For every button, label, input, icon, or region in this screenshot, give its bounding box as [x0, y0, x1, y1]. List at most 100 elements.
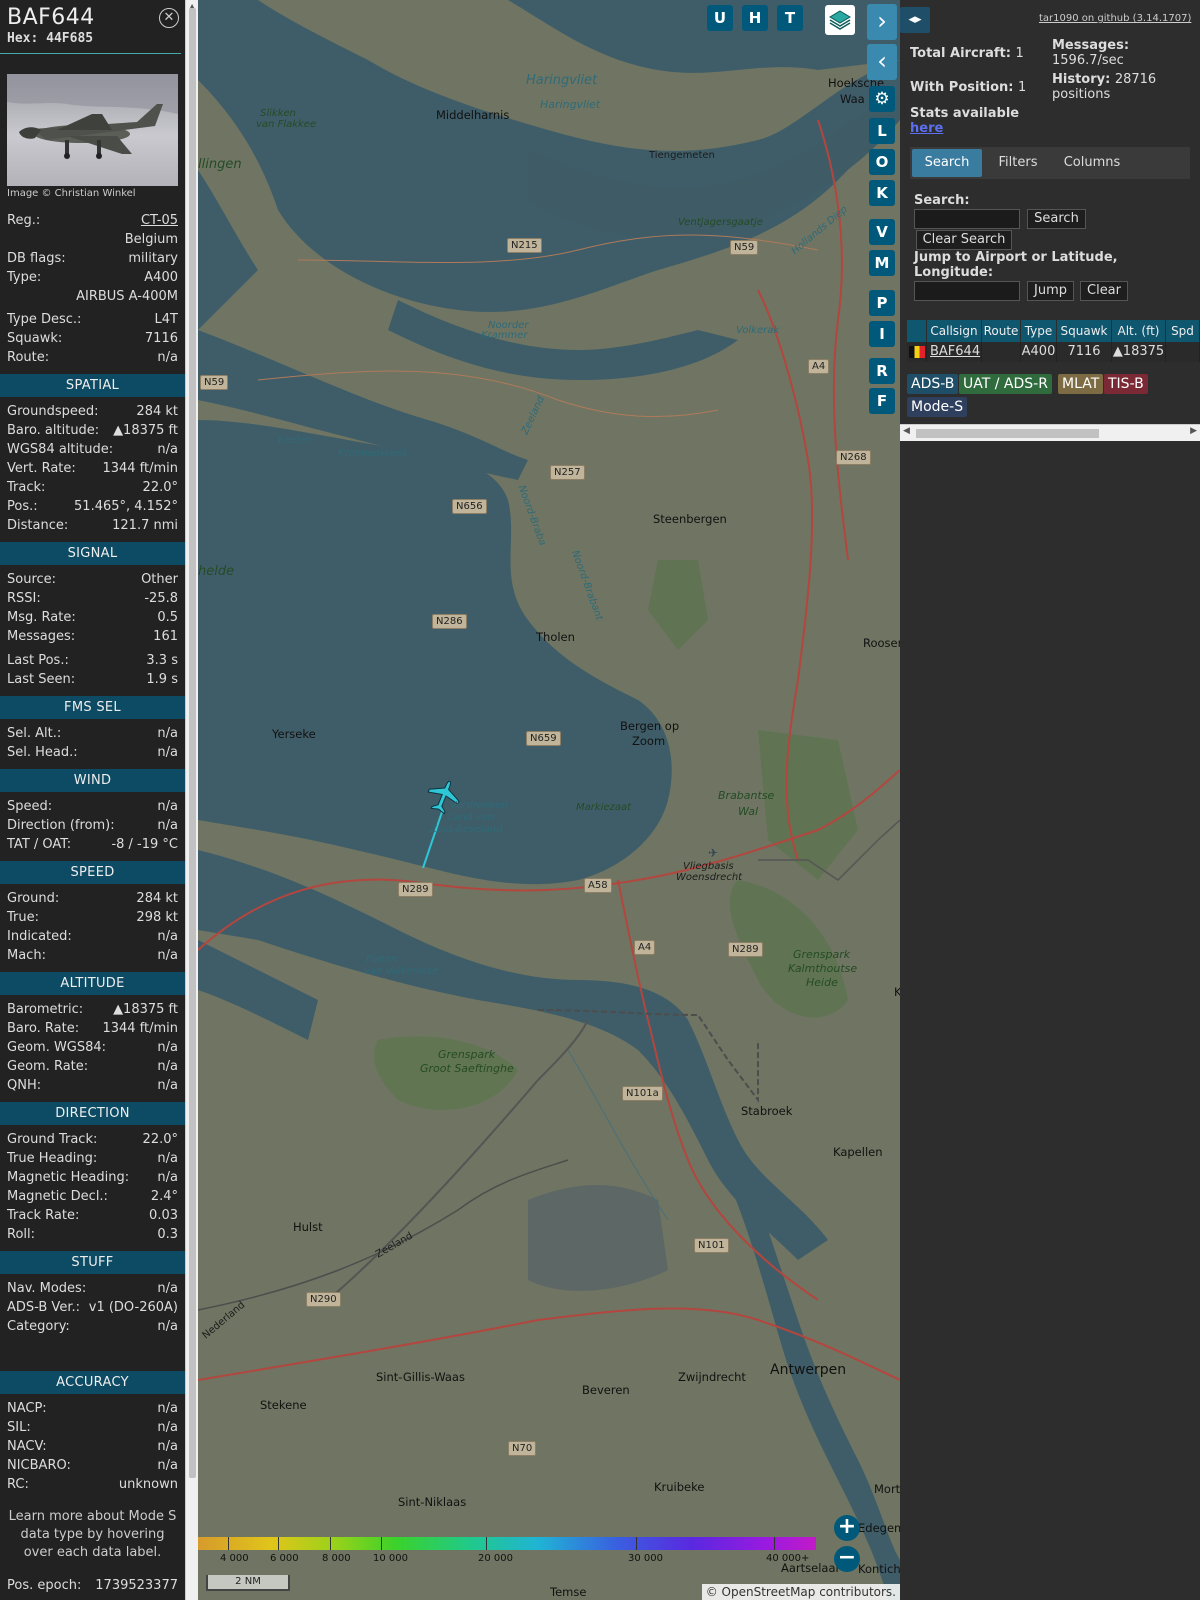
info-value: n/a	[157, 745, 178, 760]
info-key: Type:	[7, 270, 42, 285]
altitude-tick-label: 10 000	[373, 1553, 408, 1564]
road-shield: N101	[694, 1238, 729, 1253]
info-row-baro-rate: Baro. Rate: 1344 ft/min	[0, 1019, 185, 1038]
info-row-sel-alt: Sel. Alt.: n/a	[0, 724, 185, 743]
section-speed[interactable]: SPEED	[0, 861, 185, 884]
place-label: Sint-Gillis-Waas	[376, 1370, 465, 1384]
map-toggle-i-button[interactable]: I	[869, 321, 895, 347]
map-view[interactable]: ✈ Haringvliet Haringvliet Hoeksche Waa M…	[198, 0, 900, 1600]
jump-button[interactable]: Jump	[1027, 281, 1074, 301]
tab-filters[interactable]: Filters	[988, 149, 1048, 177]
zoom-in-button[interactable]: +	[834, 1515, 860, 1541]
info-value: ▲18375 ft	[113, 423, 178, 438]
info-key: Track:	[7, 480, 46, 495]
section-direction[interactable]: DIRECTION	[0, 1102, 185, 1125]
table-row[interactable]: BAF644 A400 7116 ▲18375	[907, 342, 1200, 362]
map-attribution[interactable]: © OpenStreetMap contributors.	[701, 1584, 900, 1600]
map-toggle-r-button[interactable]: R	[869, 358, 895, 384]
chevron-right-icon[interactable]: ›	[867, 4, 897, 40]
info-row-msg-rate: Msg. Rate: 0.5	[0, 608, 185, 627]
info-value: n/a	[157, 1170, 178, 1185]
info-row-distance: Distance: 121.7 nmi	[0, 516, 185, 535]
column-header-alt-ft[interactable]: Alt. (ft)	[1112, 320, 1166, 342]
zoom-out-button[interactable]: −	[834, 1546, 860, 1572]
map-toggle-v-button[interactable]: V	[869, 219, 895, 245]
place-label: Land van	[448, 812, 494, 823]
place-label: Brabantse	[718, 789, 775, 802]
jump-input[interactable]	[914, 281, 1020, 301]
map-toggle-u-button[interactable]: U	[707, 5, 733, 31]
section-signal[interactable]: SIGNAL	[0, 542, 185, 565]
column-header-type[interactable]: Type	[1021, 320, 1057, 342]
road-shield: N659	[526, 731, 561, 746]
column-header-squawk[interactable]: Squawk	[1057, 320, 1112, 342]
cell-callsign[interactable]: BAF644	[927, 342, 982, 362]
place-label: Ventjagersgaatje	[678, 217, 763, 228]
info-panel-scrollbar[interactable]: ▲	[185, 0, 198, 1600]
github-link[interactable]: tar1090 on github (3.14.1707)	[1039, 13, 1191, 24]
section-accuracy[interactable]: ACCURACY	[0, 1371, 185, 1394]
column-header-spd[interactable]: Spd	[1166, 320, 1200, 342]
search-button[interactable]: Search	[1027, 209, 1086, 229]
place-label: Kapellen	[833, 1145, 883, 1159]
stats-link[interactable]: here	[910, 121, 943, 136]
section-fms[interactable]: FMS SEL	[0, 696, 185, 719]
altitude-tick-label: 4 000	[220, 1553, 249, 1564]
info-value: 121.7 nmi	[112, 518, 178, 533]
info-value: n/a	[157, 1401, 178, 1416]
column-header-callsign[interactable]: Callsign	[927, 320, 982, 342]
info-row-mach: Mach: n/a	[0, 946, 185, 965]
table-horizontal-scrollbar[interactable]: ◀ ▶	[900, 424, 1200, 441]
expand-collapse-icon[interactable]: ◂▸	[900, 7, 930, 33]
layers-icon[interactable]	[825, 5, 855, 35]
info-key: Vert. Rate:	[7, 461, 76, 476]
info-row-geom-rate: Geom. Rate: n/a	[0, 1057, 185, 1076]
column-header-route[interactable]: Route	[982, 320, 1021, 342]
close-icon[interactable]: ✕	[159, 8, 179, 28]
info-row-magnetic-decl: Magnetic Decl.: 2.4°	[0, 1187, 185, 1206]
info-key: Direction (from):	[7, 818, 115, 833]
info-key: TAT / OAT:	[7, 837, 72, 852]
clear-search-button[interactable]: Clear Search	[916, 230, 1012, 250]
source-badge-mlat: MLAT	[1058, 374, 1104, 394]
section-wind[interactable]: WIND	[0, 769, 185, 792]
search-input[interactable]	[914, 209, 1020, 229]
info-value: military	[128, 251, 178, 266]
info-key: Category:	[7, 1319, 70, 1334]
map-toggle-m-button[interactable]: M	[869, 250, 895, 276]
section-stuff[interactable]: STUFF	[0, 1251, 185, 1274]
tab-search[interactable]: Search	[912, 149, 982, 177]
info-row-nicbaro: NICBARO: n/a	[0, 1456, 185, 1475]
column-header-flag[interactable]	[907, 320, 927, 342]
chevron-left-icon[interactable]: ‹	[867, 44, 897, 80]
place-label: Haringvliet	[526, 73, 598, 88]
section-altitude[interactable]: ALTITUDE	[0, 972, 185, 995]
registration-link[interactable]: CT-05	[141, 211, 178, 230]
clear-jump-button[interactable]: Clear	[1080, 281, 1128, 301]
map-toggle-o-button[interactable]: O	[869, 149, 895, 175]
info-value: n/a	[157, 1319, 178, 1334]
info-value: n/a	[157, 1281, 178, 1296]
info-row-nacv: NACV: n/a	[0, 1437, 185, 1456]
info-row-pos: Pos.: 51.465°, 4.152°	[0, 497, 185, 516]
tab-columns[interactable]: Columns	[1052, 149, 1132, 177]
info-row-rc: RC: unknown	[0, 1475, 185, 1494]
gear-icon[interactable]: ⚙	[869, 86, 895, 112]
info-value: n/a	[157, 1439, 178, 1454]
messages-rate: 1596.7/sec	[1052, 53, 1124, 68]
photo-credit: Image © Christian Winkel	[7, 188, 136, 199]
map-toggle-k-button[interactable]: K	[869, 180, 895, 206]
map-toggle-f-button[interactable]: F	[869, 388, 895, 414]
road-shield: N289	[728, 942, 763, 957]
map-toggle-h-button[interactable]: H	[742, 5, 768, 31]
map-toggle-l-button[interactable]: L	[869, 118, 895, 144]
map-toggle-p-button[interactable]: P	[869, 290, 895, 316]
section-spatial[interactable]: SPATIAL	[0, 374, 185, 397]
map-toggle-t-button[interactable]: T	[777, 5, 803, 31]
info-key: Groundspeed:	[7, 404, 99, 419]
scale-bar: 2 NM	[206, 1575, 290, 1591]
info-row-route: Route: n/a	[0, 348, 185, 367]
source-badge-uat-ads-r: UAT / ADS-R	[959, 374, 1052, 394]
aircraft-photo[interactable]	[7, 74, 178, 186]
search-label: Search:	[914, 193, 970, 208]
